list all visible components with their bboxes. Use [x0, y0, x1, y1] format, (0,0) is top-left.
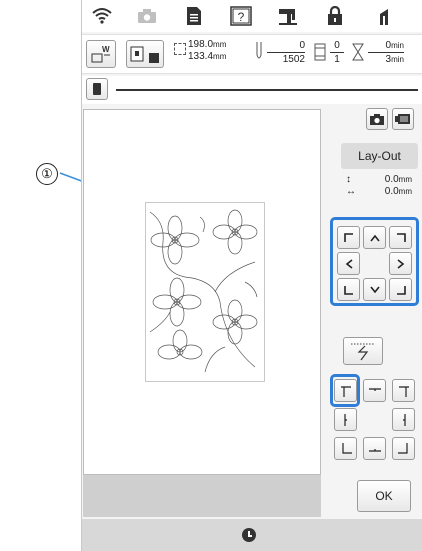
- move-down-left-button[interactable]: [337, 278, 360, 301]
- hourglass-icon: [352, 43, 364, 66]
- move-right-button[interactable]: [389, 252, 412, 275]
- edit-panel: Lay-Out ↕ ↔ 0.0mm 0.0mm OK: [327, 104, 422, 516]
- vertical-arrow-icon: ↕: [346, 174, 351, 185]
- pattern-size: 198.0mm 133.4mm: [188, 39, 226, 63]
- home-icon[interactable]: [315, 3, 355, 29]
- sewing-machine-icon[interactable]: [268, 3, 308, 29]
- start-bottom-center-button[interactable]: [363, 437, 386, 460]
- move-horizontal-unit: mm: [398, 187, 412, 196]
- move-down-button[interactable]: [363, 278, 386, 301]
- thread-spool-icon: [314, 43, 326, 66]
- start-top-left-button[interactable]: [334, 379, 357, 402]
- starting-point-button[interactable]: [343, 337, 383, 365]
- ok-button[interactable]: OK: [357, 480, 411, 512]
- svg-text:?: ?: [238, 10, 245, 24]
- start-middle-left-button[interactable]: [334, 408, 357, 431]
- thread-progress-line: [116, 89, 418, 91]
- projector-button[interactable]: [392, 108, 414, 130]
- move-left-button[interactable]: [337, 252, 360, 275]
- move-down-right-button[interactable]: [389, 278, 412, 301]
- pattern-info-bar: W 198.0mm 133.4mm 0 1502 0 1 0min 3min: [82, 34, 422, 74]
- embroidery-pattern: [145, 202, 265, 382]
- move-vertical-value: 0.0: [384, 174, 399, 185]
- pattern-height-value: 133.4: [188, 51, 214, 62]
- move-up-right-button[interactable]: [389, 226, 412, 249]
- ok-button-label: OK: [375, 489, 393, 503]
- camera-icon[interactable]: [127, 3, 167, 29]
- pattern-width-unit: mm: [213, 40, 227, 49]
- bottom-status-bar: [82, 519, 422, 551]
- help-icon[interactable]: ?: [221, 3, 261, 29]
- layout-tab-label: Lay-Out: [358, 149, 401, 163]
- start-bottom-right-button[interactable]: [392, 437, 415, 460]
- scan-camera-button[interactable]: [366, 108, 388, 130]
- thread-icon[interactable]: [364, 3, 404, 29]
- color-current: 0: [330, 39, 344, 53]
- time-total-unit: min: [391, 55, 404, 64]
- layout-tab[interactable]: Lay-Out: [341, 143, 418, 169]
- color-count: 0 1: [330, 39, 344, 66]
- wifi-icon[interactable]: [82, 3, 122, 29]
- top-toolbar: ?: [82, 0, 422, 32]
- move-readout: ↕ ↔ 0.0mm 0.0mm: [341, 174, 418, 210]
- start-top-center-button[interactable]: [363, 379, 386, 402]
- horizontal-arrow-icon: ↔: [346, 186, 356, 197]
- start-top-right-button[interactable]: [392, 379, 415, 402]
- svg-text:W: W: [102, 45, 110, 54]
- stitch-total: 1502: [282, 54, 305, 65]
- move-horizontal-value: 0.0: [384, 186, 399, 197]
- wireless-transfer-button[interactable]: W: [86, 40, 116, 68]
- start-middle-right-button[interactable]: [392, 408, 415, 431]
- document-icon[interactable]: [174, 3, 214, 29]
- move-up-left-button[interactable]: [337, 226, 360, 249]
- needle-icon: [254, 41, 264, 68]
- clock-icon[interactable]: [242, 528, 256, 542]
- canvas-footer-strip: [83, 475, 321, 517]
- thread-color-button[interactable]: [86, 78, 108, 100]
- move-vertical-unit: mm: [398, 175, 412, 184]
- pattern-height-unit: mm: [213, 52, 227, 61]
- thread-color-bar: [82, 76, 422, 104]
- time-current-unit: min: [391, 41, 404, 50]
- move-up-button[interactable]: [363, 226, 386, 249]
- pattern-width-value: 198.0: [188, 39, 214, 50]
- stitch-current: 0: [267, 39, 305, 53]
- hoop-size-button[interactable]: [126, 40, 164, 68]
- start-bottom-left-button[interactable]: [334, 437, 357, 460]
- size-icon: [174, 43, 186, 55]
- sewing-time: 0min 3min: [368, 39, 404, 66]
- stitch-count: 0 1502: [267, 39, 305, 66]
- color-total: 1: [334, 54, 340, 65]
